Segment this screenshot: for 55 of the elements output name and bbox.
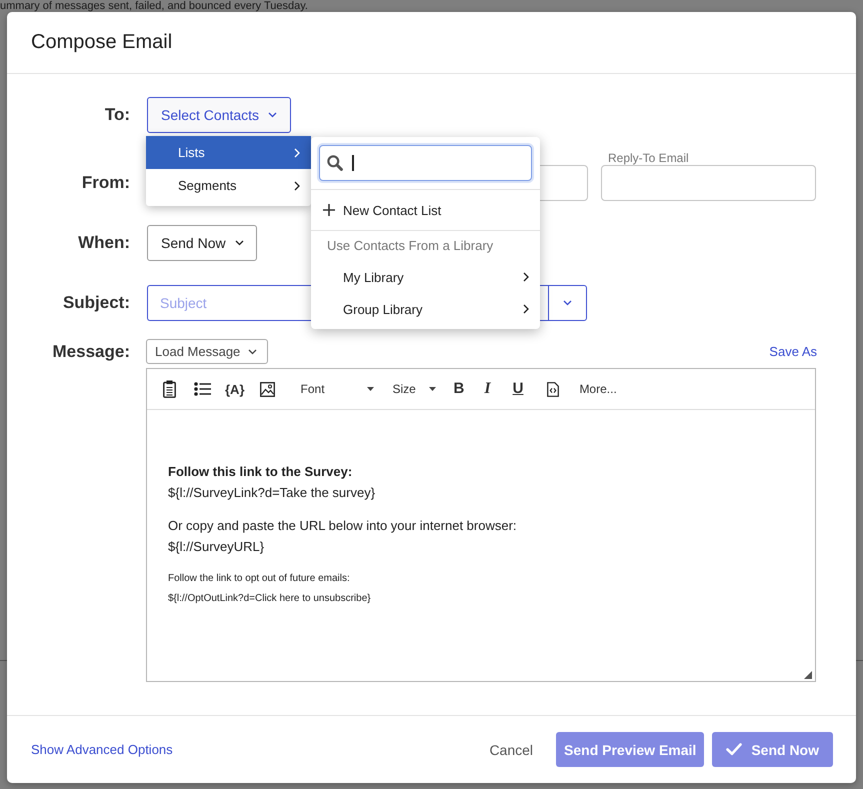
caret-icon [268,112,278,118]
caret-icon [366,387,374,391]
chevron-right-icon [523,304,529,314]
more-button[interactable]: More... [579,382,617,396]
load-message-dropdown[interactable]: Load Message [146,339,268,364]
plus-icon [323,204,335,216]
message-text: ${l://SurveyURL} [168,538,264,556]
caret-icon [428,387,436,391]
image-icon[interactable] [260,382,275,396]
cancel-button[interactable]: Cancel [489,742,534,758]
from-label: From: [80,172,130,194]
code-file-icon[interactable] [547,382,560,396]
library-item[interactable]: My Library [311,261,540,293]
show-advanced-options-link[interactable]: Show Advanced Options [31,742,173,757]
section-header: Use Contacts From a Library [326,237,494,255]
reply-to-label: Reply-To Email [607,151,690,165]
underline-button[interactable]: U [512,380,524,398]
menu-item[interactable]: Lists [146,136,311,169]
menu-item[interactable]: Segments [146,169,311,202]
search-field[interactable] [319,145,532,181]
message-text: Follow this link to the Survey: [168,463,352,481]
dialog-title: Compose Email [31,31,172,54]
clipboard-icon[interactable] [163,380,176,398]
caret-icon [563,300,572,306]
italic-button[interactable]: I [484,380,491,398]
when-label: When: [77,232,130,254]
background-page-text: ummary of messages sent, failed, and bounced every Tuesday. [0,0,308,12]
search-icon [327,155,343,171]
bullet-list-icon[interactable] [194,382,211,396]
caret-icon [248,348,258,354]
new-contact-list-item[interactable]: New Contact List [311,190,540,230]
resize-grip-icon[interactable] [804,671,812,679]
reply-to-field[interactable] [601,165,816,201]
subject-options-button[interactable] [548,285,587,321]
check-icon [726,743,742,756]
variable-button[interactable]: {A} [225,382,245,396]
size-dropdown[interactable]: Size [392,382,436,396]
when-dropdown[interactable]: Send Now [147,225,257,261]
bold-button[interactable]: B [454,380,464,398]
message-text: ${l://OptOutLink?d=Click here to unsubscribe} [168,592,371,606]
message-text: Follow the link to opt out of future emails: [168,572,350,586]
to-label: To: [104,104,130,126]
subject-label: Subject: [62,292,130,314]
chevron-right-icon [294,148,300,158]
text-cursor-icon [352,155,354,171]
message-text: Or copy and paste the URL below into your internet browser: [168,517,517,535]
select-contacts-dropdown[interactable]: Select Contacts [147,97,292,133]
font-dropdown[interactable]: Font [300,382,374,396]
chevron-right-icon [294,180,300,190]
chevron-right-icon [523,272,529,282]
message-text: ${l://SurveyLink?d=Take the survey} [168,484,376,502]
save-as-link[interactable]: Save As [769,344,817,359]
library-item[interactable]: Group Library [311,293,540,325]
message-label: Message: [52,340,130,363]
caret-icon [234,240,244,246]
